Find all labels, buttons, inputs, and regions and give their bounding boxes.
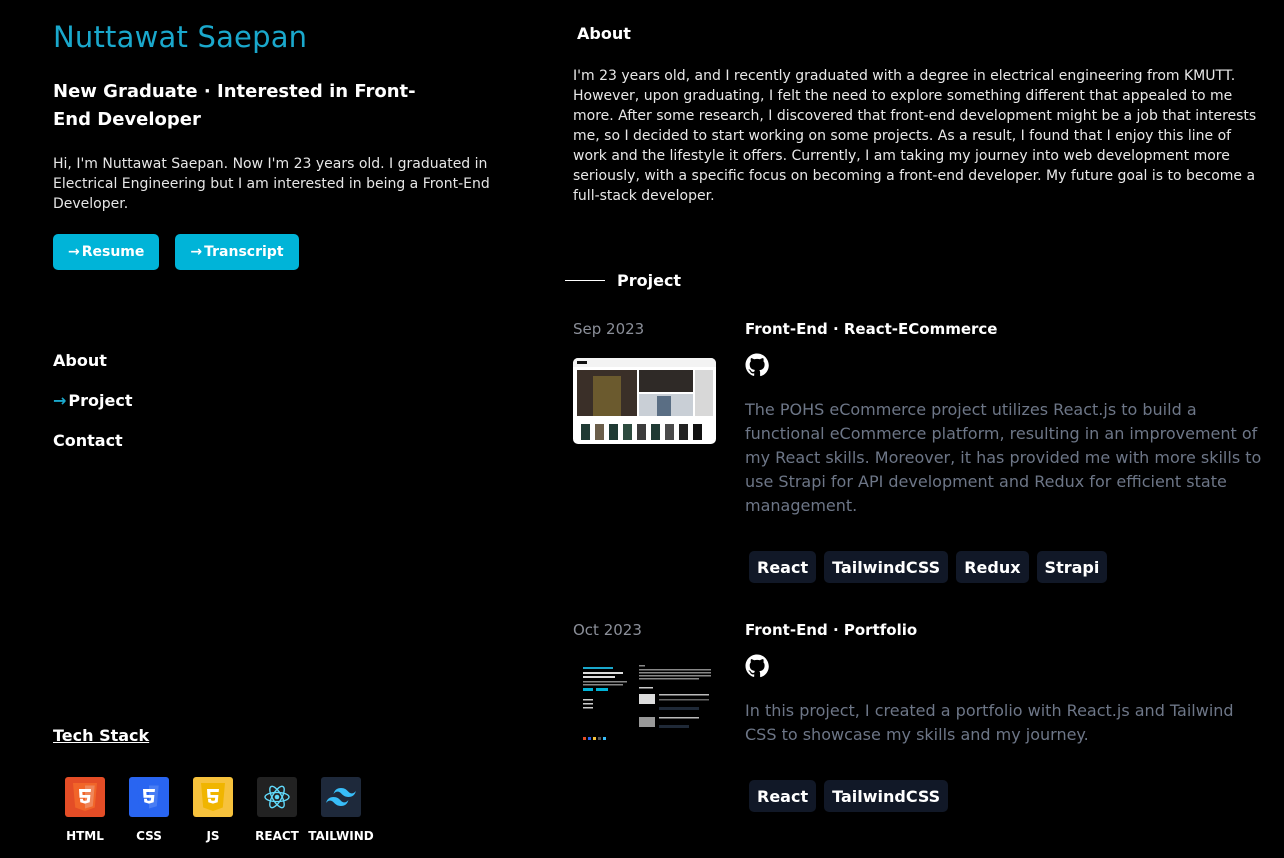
tag-list: React TailwindCSS [749,780,949,812]
arrow-right-icon: → [68,244,80,260]
tech-item-label: JS [206,829,220,843]
tech-item-html: HTML [53,777,117,843]
github-icon[interactable] [745,353,769,381]
project-description: The POHS eCommerce project utilizes Reac… [745,400,1262,515]
tech-item-react: REACT [245,777,309,843]
tag: TailwindCSS [824,551,949,583]
nav-item-about[interactable]: About [53,350,132,390]
project-title[interactable]: Front-End · React-ECommerce [745,320,997,338]
react-icon [257,777,297,817]
tag: Strapi [1036,551,1108,583]
tag: React [749,780,817,812]
tech-item-css: CSS [117,777,181,843]
tech-stack-list: HTML CSS JS REACT TAILWIND [53,777,374,843]
resume-button-label: Resume [81,244,145,260]
arrow-right-icon: → [190,244,203,260]
nav-item-project[interactable]: → Project [53,390,132,430]
nav-item-label: Contact [53,431,123,450]
nav-item-label: About [53,351,107,370]
project-date: Oct 2023 [573,621,642,639]
profile-name: Nuttawat Saepan [53,20,308,54]
about-heading: About [577,24,631,43]
html5-icon [65,777,105,817]
project-title[interactable]: Front-End · Portfolio [745,621,917,639]
profile-intro: Hi, I'm Nuttawat Saepan. Now I'm 23 year… [53,156,490,212]
tag: TailwindCSS [824,780,949,812]
project-thumbnail[interactable] [573,358,716,444]
project-heading: Project [565,271,681,290]
nav-item-contact[interactable]: Contact [53,430,132,470]
arrow-right-icon: → [53,391,67,410]
tailwind-icon [321,777,361,817]
css3-icon [129,777,169,817]
nav-item-label: Project [68,391,133,410]
heading-line [565,280,605,281]
tech-item-label: REACT [255,829,299,843]
cta-buttons: → Resume → Transcript [53,234,299,270]
project-heading-label: Project [617,271,682,290]
project-description: In this project, I created a portfolio w… [745,701,1234,744]
js-icon [193,777,233,817]
resume-button[interactable]: → Resume [53,234,160,270]
transcript-button[interactable]: → Transcript [175,234,299,270]
transcript-button-label: Transcript [204,244,284,260]
profile-subtitle: New Graduate · Interested in Front-End D… [53,81,416,130]
section-nav: About → Project Contact [53,350,132,470]
left-column: Nuttawat Saepan New Graduate · Intereste… [53,0,513,858]
tech-item-label: CSS [136,829,162,843]
tech-stack-title: Tech Stack [53,726,150,745]
tech-item-tailwind: TAILWIND [308,777,374,843]
about-text: I'm 23 years old, and I recently graduat… [573,68,1257,204]
tag: Redux [956,551,1029,583]
project-thumbnail[interactable] [573,659,716,745]
github-icon[interactable] [745,654,769,682]
tech-item-label: TAILWIND [308,829,374,843]
project-date: Sep 2023 [573,320,645,338]
tech-item-js: JS [181,777,245,843]
tag: React [749,551,817,583]
tech-item-label: HTML [66,829,104,843]
right-column: About I'm 23 years old, and I recently g… [565,0,1265,858]
tag-list: React TailwindCSS Redux Strapi [749,551,1108,583]
